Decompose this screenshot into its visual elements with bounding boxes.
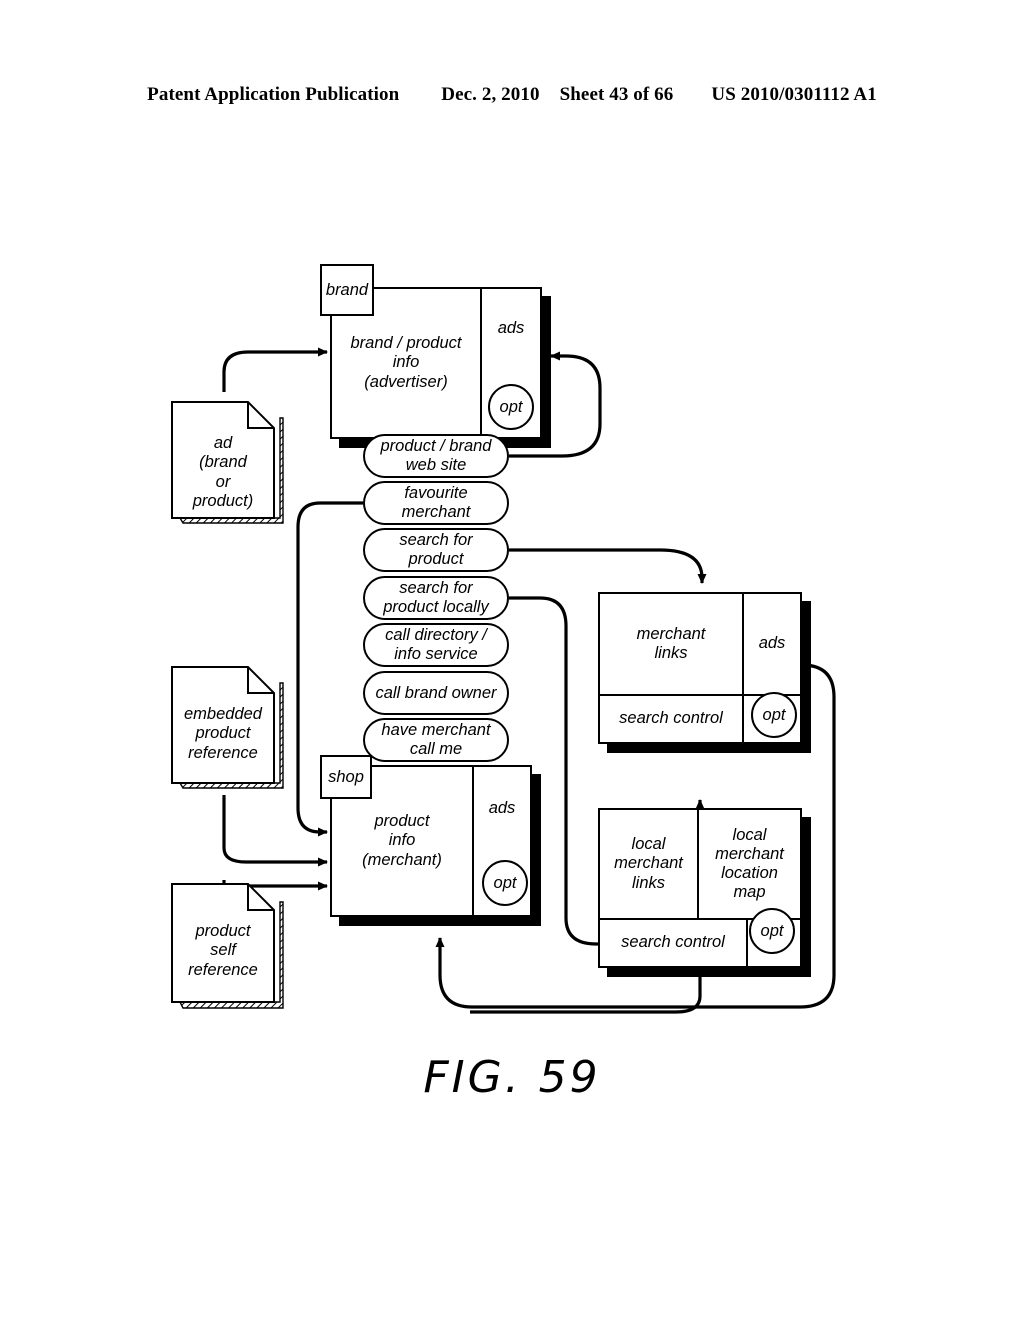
menu-item-search-for-product-locally[interactable]: search for product locally: [363, 576, 509, 620]
menu-item-call-directory-info-service[interactable]: call directory / info service: [363, 623, 509, 667]
local-merchant-links-pane[interactable]: local merchant links: [600, 810, 697, 918]
merchant-product-opt-button[interactable]: opt: [482, 860, 528, 906]
wire-ad-to-advertiser: [222, 347, 328, 392]
document-ad[interactable]: ad (brand or product): [170, 400, 288, 528]
document-ad-shape: [171, 401, 284, 524]
document-product-self-reference[interactable]: product self reference: [170, 882, 288, 1014]
wire-search-to-merchant-links: [509, 548, 707, 584]
document-embedded-shape: [171, 666, 284, 789]
local-merchant-search-control[interactable]: search control: [600, 920, 746, 966]
menu-item-have-merchant-call-me[interactable]: have merchant call me: [363, 718, 509, 762]
wire-local-merchant-return: [470, 975, 702, 1014]
menu-item-favourite-merchant[interactable]: favourite merchant: [363, 481, 509, 525]
menu-item-product-brand-web-site[interactable]: product / brand web site: [363, 434, 509, 478]
document-embedded-product-reference[interactable]: embedded product reference: [170, 665, 288, 793]
merchant-links-opt-button[interactable]: opt: [751, 692, 797, 738]
local-merchant-opt-button[interactable]: opt: [749, 908, 795, 954]
merchant-links-main-pane[interactable]: merchant links: [600, 594, 742, 694]
tab-brand[interactable]: brand: [320, 264, 374, 316]
local-merchant-map-pane[interactable]: local merchant location map: [697, 810, 800, 918]
menu-item-call-brand-owner[interactable]: call brand owner: [363, 671, 509, 715]
figure-caption: FIG. 59: [423, 1052, 601, 1103]
merchant-links-ads-pane[interactable]: ads: [742, 594, 800, 694]
menu-item-search-for-product[interactable]: search for product: [363, 528, 509, 572]
wire-embedded-to-merchant: [222, 795, 328, 867]
tab-shop[interactable]: shop: [320, 755, 372, 799]
merchant-links-search-control[interactable]: search control: [600, 696, 742, 742]
figure-diagram: brand / product info (advertiser) ads br…: [0, 0, 1024, 1320]
advertiser-opt-button[interactable]: opt: [488, 384, 534, 430]
document-self-shape: [171, 883, 284, 1009]
connector-wires: [222, 347, 836, 1014]
